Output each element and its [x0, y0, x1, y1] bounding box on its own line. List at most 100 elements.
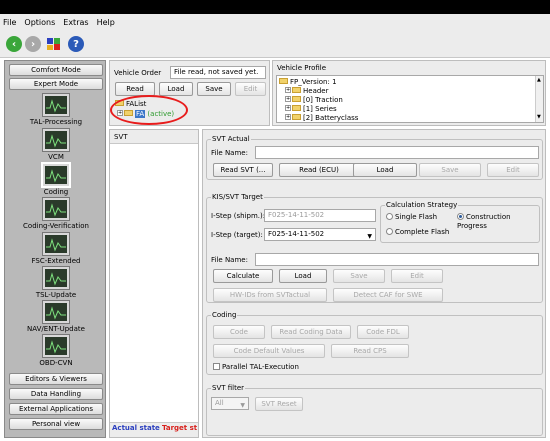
svt-actual-load-button[interactable]: Load	[353, 163, 417, 177]
svt-filter-value: All	[215, 399, 224, 407]
sidebar-item-coding-verification[interactable]: Coding-Verification	[5, 222, 107, 230]
tsl-update-icon[interactable]	[42, 266, 70, 290]
vertical-scrollbar[interactable]: ▲ ▼	[535, 76, 543, 122]
help-icon[interactable]: ?	[68, 36, 84, 52]
kis-target-group: KIS/SVT Target I-Step (shipm.): F025-14-…	[206, 193, 543, 303]
read-ecu-button[interactable]: Read (ECU)	[279, 163, 359, 177]
sidebar-item-coding[interactable]: Coding	[5, 188, 107, 196]
scroll-down-icon[interactable]: ▼	[537, 114, 541, 120]
chevron-down-icon[interactable]: ▼	[367, 231, 372, 242]
external-applications-button[interactable]: External Applications	[9, 403, 103, 415]
editors-viewers-button[interactable]: Editors & Viewers	[9, 373, 103, 385]
sidebar-item-fsc-extended[interactable]: FSC-Extended	[5, 257, 107, 265]
istep-shipm-field[interactable]: F025-14-11-502	[264, 209, 376, 222]
sidebar-item-tsl-update[interactable]: TSL-Update	[5, 291, 107, 299]
parallel-tal-label: Parallel TAL-Execution	[222, 363, 299, 371]
checkbox-icon	[213, 362, 220, 370]
coding-verification-icon[interactable]	[42, 197, 70, 221]
profile-item[interactable]: + Header	[285, 87, 329, 95]
nav-ent-update-icon[interactable]	[42, 300, 70, 324]
save-button[interactable]: Save	[197, 82, 231, 96]
actual-state-label[interactable]: Actual state	[112, 424, 160, 433]
expand-icon[interactable]: +	[285, 87, 291, 93]
single-flash-label: Single Flash	[395, 213, 438, 221]
profile-item[interactable]: + [1] Series	[285, 105, 337, 113]
menu-help[interactable]: Help	[97, 18, 115, 27]
sidebar-item-obd-cvn[interactable]: OBD-CVN	[5, 359, 107, 367]
profile-item-label: [0] Traction	[303, 96, 343, 104]
profile-item[interactable]: FP_Version: 1	[279, 78, 337, 86]
code-button[interactable]: Code	[213, 325, 265, 339]
sidebar-item-nav-ent-update[interactable]: NAV/ENT-Update	[5, 325, 107, 333]
target-state-label[interactable]: Target st	[162, 424, 197, 433]
istep-target-select[interactable]: F025-14-11-502 ▼	[264, 228, 376, 241]
kis-save-button[interactable]: Save	[333, 269, 385, 283]
complete-flash-radio[interactable]: Complete Flash	[386, 227, 450, 237]
istep-target-label: I-Step (target):	[211, 231, 263, 239]
svt-reset-button[interactable]: SVT Reset	[255, 397, 303, 411]
menu-file[interactable]: File	[3, 18, 16, 27]
comfort-mode-button[interactable]: Comfort Mode	[9, 64, 103, 76]
chevron-down-icon[interactable]: ▼	[240, 400, 245, 411]
profile-item[interactable]: + [2] Batteryclass	[285, 114, 358, 122]
radio-icon	[386, 227, 393, 235]
construction-progress-radio[interactable]: Construction Progress	[457, 212, 539, 231]
complete-flash-label: Complete Flash	[395, 228, 450, 236]
code-default-values-button[interactable]: Code Default Values	[213, 344, 325, 358]
expand-icon[interactable]: +	[285, 96, 291, 102]
profile-item[interactable]: + [0] Traction	[285, 96, 343, 104]
profile-item-label: Header	[303, 87, 329, 95]
vehicle-profile-panel: Vehicle Profile FP_Version: 1 + Header + […	[272, 60, 546, 126]
expand-icon[interactable]: +	[285, 114, 291, 120]
vcm-icon[interactable]	[42, 128, 70, 152]
obd-cvn-icon[interactable]	[42, 334, 70, 358]
expert-mode-button[interactable]: Expert Mode	[9, 78, 103, 90]
read-cps-button[interactable]: Read CPS	[331, 344, 409, 358]
calculate-button[interactable]: Calculate	[213, 269, 273, 283]
tal-processing-icon[interactable]	[42, 93, 70, 117]
svt-actual-title: SVT Actual	[211, 135, 251, 144]
edit-button[interactable]: Edit	[235, 82, 266, 96]
menu-options[interactable]: Options	[24, 18, 55, 27]
read-coding-data-button[interactable]: Read Coding Data	[271, 325, 351, 339]
forward-icon[interactable]: ›	[25, 36, 41, 52]
profile-item-label: [1] Series	[303, 105, 337, 113]
sidebar-item-tal-processing[interactable]: TAL-Processing	[5, 118, 107, 126]
expand-icon[interactable]: +	[285, 105, 291, 111]
svt-actual-group: SVT Actual File Name: Read SVT (... Read…	[206, 135, 543, 180]
sidebar-item-vcm[interactable]: VCM	[5, 153, 107, 161]
coding-icon[interactable]	[41, 162, 71, 188]
vehicle-profile-tree[interactable]: FP_Version: 1 + Header + [0] Traction + [1]…	[276, 75, 544, 123]
code-fdl-button[interactable]: Code FDL	[357, 325, 409, 339]
profile-item-label: FP_Version: 1	[290, 78, 337, 86]
calc-strategy-title: Calculation Strategy	[385, 201, 459, 210]
svt-actual-file-input[interactable]	[255, 146, 539, 159]
puzzle-icon[interactable]	[46, 36, 62, 52]
kis-edit-button[interactable]: Edit	[391, 269, 443, 283]
coding-group: Coding Code Read Coding Data Code FDL Co…	[206, 311, 543, 375]
personal-view-button[interactable]: Personal view	[9, 418, 103, 430]
svt-actual-edit-button[interactable]: Edit	[487, 163, 539, 177]
hw-ids-button[interactable]: HW-IDs from SVTactual	[213, 288, 327, 302]
fsc-extended-icon[interactable]	[42, 232, 70, 256]
load-button[interactable]: Load	[159, 82, 193, 96]
data-handling-button[interactable]: Data Handling	[9, 388, 103, 400]
parallel-tal-checkbox[interactable]: Parallel TAL-Execution	[213, 362, 299, 372]
kis-file-label: File Name:	[211, 256, 248, 264]
kis-load-button[interactable]: Load	[279, 269, 327, 283]
svt-filter-select[interactable]: All ▼	[211, 397, 249, 410]
back-icon[interactable]: ‹	[6, 36, 22, 52]
svt-actual-save-button[interactable]: Save	[419, 163, 481, 177]
svt-actual-file-label: File Name:	[211, 149, 248, 157]
main-panel: SVT Actual File Name: Read SVT (... Read…	[202, 129, 546, 438]
construction-progress-label: Construction Progress	[457, 213, 511, 230]
menu-extras[interactable]: Extras	[63, 18, 88, 27]
detect-caf-button[interactable]: Detect CAF for SWE	[333, 288, 443, 302]
read-svt-button[interactable]: Read SVT (...	[213, 163, 273, 177]
istep-target-value: F025-14-11-502	[268, 230, 325, 238]
single-flash-radio[interactable]: Single Flash	[386, 212, 438, 222]
scroll-up-icon[interactable]: ▲	[537, 77, 541, 83]
kis-file-input[interactable]	[255, 253, 539, 266]
vehicle-order-status: File read, not saved yet.	[170, 66, 266, 79]
read-button[interactable]: Read	[115, 82, 155, 96]
